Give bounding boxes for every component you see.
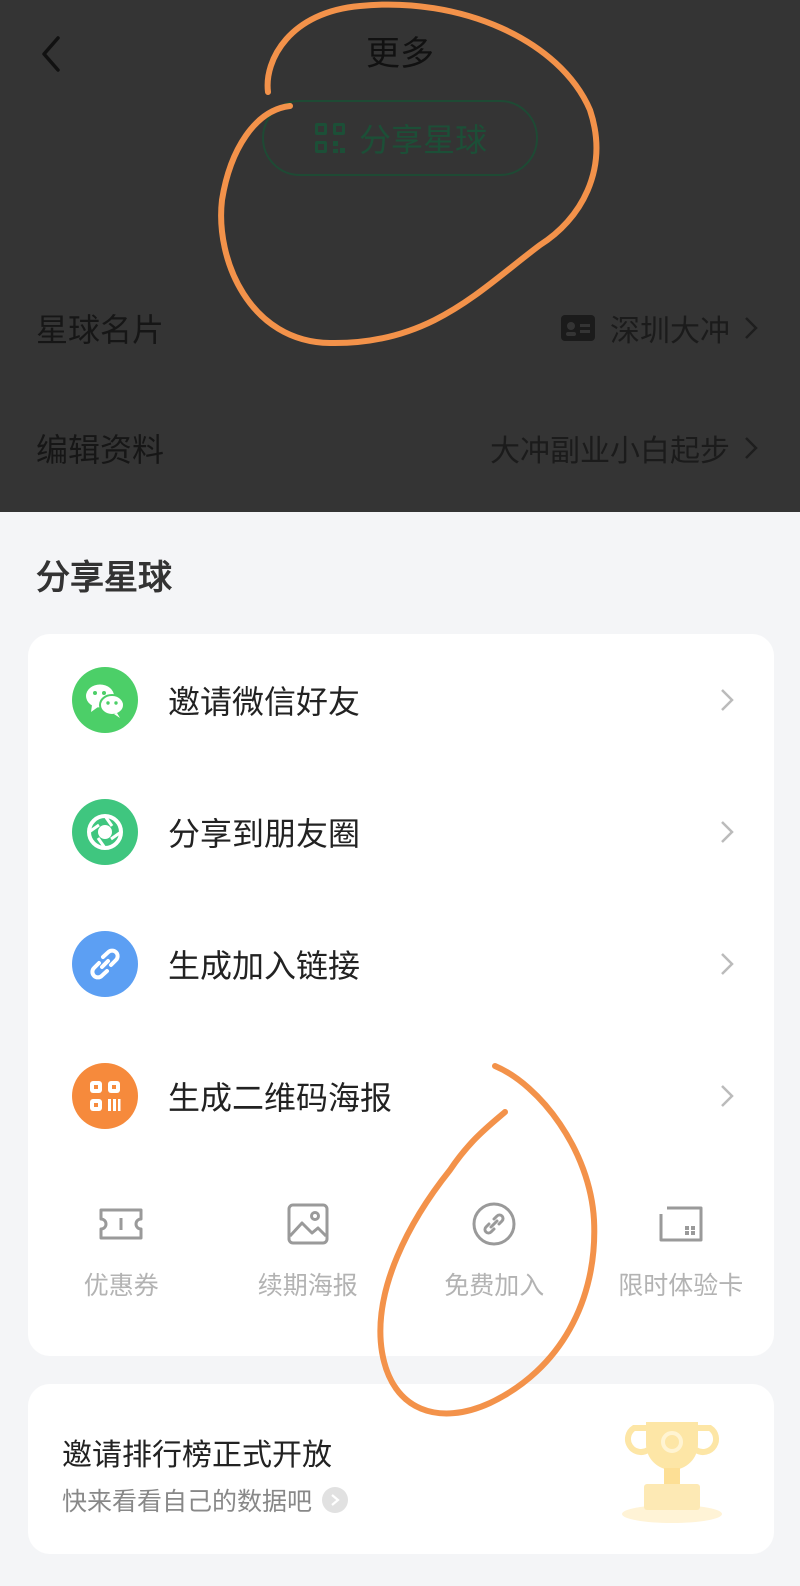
row-value: 深圳大冲 <box>610 314 730 349</box>
chevron-right-icon <box>721 689 734 711</box>
tool-label: 免费加入 <box>444 1271 545 1300</box>
id-card-icon <box>561 315 595 341</box>
dimmed-page: 更多 分享星球 星球名片 深圳大冲 编辑资料 大冲副业小白起步 <box>0 0 800 512</box>
wechat-icon <box>72 667 138 733</box>
qrcode-icon <box>72 1063 138 1129</box>
sheet-title: 分享星球 <box>36 558 172 598</box>
item-label: 生成加入链接 <box>168 947 361 985</box>
link-icon <box>72 931 138 997</box>
free-join-tool[interactable]: 免费加入 <box>401 1200 588 1320</box>
coupon-tool[interactable]: 优惠券 <box>28 1200 215 1320</box>
ranking-subtitle: 快来看看自己的数据吧 <box>62 1487 313 1516</box>
coupon-icon <box>99 1208 143 1240</box>
share-planet-label: 分享星球 <box>358 121 487 159</box>
row-value: 大冲副业小白起步 <box>490 434 730 469</box>
tool-label: 限时体验卡 <box>618 1271 744 1300</box>
ranking-subtitle-row: 快来看看自己的数据吧 <box>62 1482 349 1518</box>
chevron-right-circle-icon <box>322 1487 349 1513</box>
edit-profile-row[interactable]: 编辑资料 大冲副业小白起步 <box>36 418 758 478</box>
trophy-icon <box>622 1422 722 1523</box>
share-planet-button[interactable]: 分享星球 <box>262 100 538 176</box>
item-label: 生成二维码海报 <box>168 1079 393 1117</box>
share-tools-grid: 优惠券 续期海报 免费加入 限时体验卡 <box>28 1200 774 1320</box>
link-circle-icon <box>472 1202 516 1246</box>
chevron-right-icon <box>745 317 758 339</box>
row-label: 星球名片 <box>36 311 165 349</box>
tool-label: 续期海报 <box>257 1271 358 1300</box>
chevron-right-icon <box>721 1085 734 1107</box>
generate-qrcode-poster-item[interactable]: 生成二维码海报 <box>72 1062 734 1130</box>
page-title: 更多 <box>366 34 434 74</box>
item-label: 分享到朋友圈 <box>168 815 361 853</box>
share-sheet: 分享星球 邀请微信好友 分享到朋友圈 生成加入链接 生成二维码海报 优惠券 续期… <box>0 512 800 1586</box>
share-options-card: 邀请微信好友 分享到朋友圈 生成加入链接 生成二维码海报 优惠券 续期海报 免费… <box>28 634 774 1356</box>
generate-link-item[interactable]: 生成加入链接 <box>72 930 734 998</box>
share-moments-item[interactable]: 分享到朋友圈 <box>72 798 734 866</box>
moments-icon <box>72 799 138 865</box>
ranking-title: 邀请排行榜正式开放 <box>62 1438 332 1473</box>
invite-wechat-friends-item[interactable]: 邀请微信好友 <box>72 666 734 734</box>
row-label: 编辑资料 <box>36 431 165 469</box>
tool-label: 优惠券 <box>83 1271 159 1300</box>
trial-card-tool[interactable]: 限时体验卡 <box>588 1200 775 1320</box>
chevron-right-icon <box>745 437 758 459</box>
qrcode-icon <box>314 123 345 153</box>
chevron-right-icon <box>721 953 734 975</box>
chevron-right-icon <box>721 821 734 843</box>
invite-ranking-card[interactable]: 邀请排行榜正式开放 快来看看自己的数据吧 <box>28 1384 774 1554</box>
planet-card-row[interactable]: 星球名片 深圳大冲 <box>36 298 758 358</box>
renewal-poster-tool[interactable]: 续期海报 <box>215 1200 402 1320</box>
item-label: 邀请微信好友 <box>168 683 361 721</box>
image-icon <box>287 1203 329 1245</box>
card-icon <box>659 1206 703 1242</box>
